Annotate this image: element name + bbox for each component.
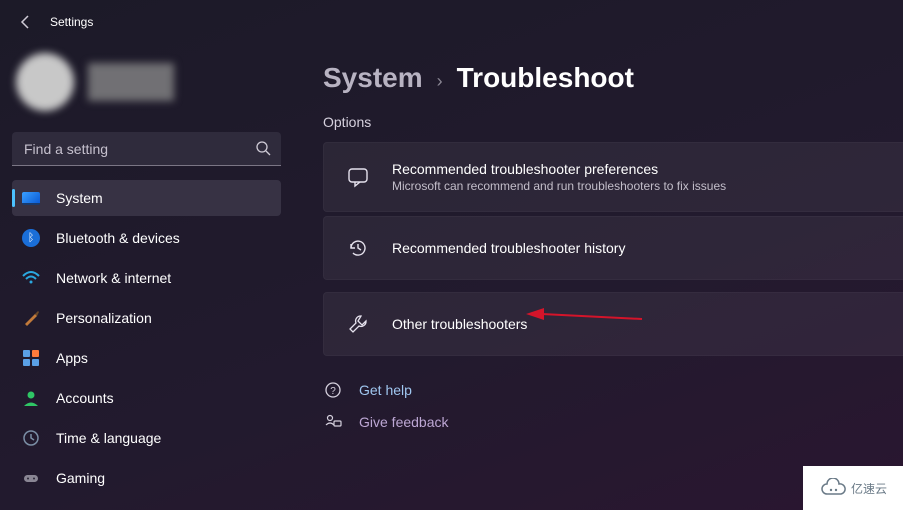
cloud-icon (819, 478, 847, 498)
card-troubleshooter-history[interactable]: Recommended troubleshooter history (323, 216, 903, 280)
gamepad-icon (22, 469, 40, 487)
wifi-icon (22, 269, 40, 287)
sidebar-item-gaming[interactable]: Gaming (12, 460, 281, 496)
watermark: 亿速云 (803, 466, 903, 510)
card-subtitle: Microsoft can recommend and run troubles… (392, 179, 726, 193)
bluetooth-icon: ᛒ (22, 229, 40, 247)
breadcrumb: System › Troubleshoot (323, 62, 903, 94)
sidebar-item-bluetooth[interactable]: ᛒ Bluetooth & devices (12, 220, 281, 256)
sidebar-item-accounts[interactable]: Accounts (12, 380, 281, 416)
profile-block[interactable] (12, 50, 281, 114)
card-title: Other troubleshooters (392, 316, 527, 332)
sidebar-item-network[interactable]: Network & internet (12, 260, 281, 296)
apps-icon (22, 349, 40, 367)
avatar (16, 53, 74, 111)
arrow-left-icon (18, 14, 34, 30)
help-icon: ? (323, 380, 343, 400)
sidebar-item-label: Accounts (56, 390, 114, 406)
search-input[interactable] (12, 132, 281, 166)
sidebar-item-label: Network & internet (56, 270, 171, 286)
sidebar-item-label: System (56, 190, 103, 206)
search-icon (255, 140, 271, 161)
card-title: Recommended troubleshooter history (392, 240, 625, 256)
content-area: System › Troubleshoot Options Recommende… (295, 44, 903, 510)
sidebar-item-label: Bluetooth & devices (56, 230, 180, 246)
wrench-icon (346, 312, 370, 336)
get-help-link[interactable]: ? Get help (323, 380, 903, 400)
help-links: ? Get help Give feedback (323, 380, 903, 432)
nav-list: System ᛒ Bluetooth & devices Network & i… (12, 180, 281, 496)
feedback-icon (323, 412, 343, 432)
card-title: Recommended troubleshooter preferences (392, 161, 726, 177)
sidebar-item-label: Personalization (56, 310, 152, 326)
sidebar-item-label: Gaming (56, 470, 105, 486)
chat-icon (346, 165, 370, 189)
give-feedback-link[interactable]: Give feedback (323, 412, 903, 432)
chevron-right-icon: › (437, 71, 443, 92)
link-label: Give feedback (359, 414, 449, 430)
sidebar-item-time[interactable]: Time & language (12, 420, 281, 456)
sidebar-item-label: Apps (56, 350, 88, 366)
sidebar-item-apps[interactable]: Apps (12, 340, 281, 376)
profile-name-redacted (88, 63, 174, 101)
system-icon (22, 189, 40, 207)
breadcrumb-parent[interactable]: System (323, 62, 423, 94)
watermark-text: 亿速云 (851, 480, 887, 497)
svg-text:?: ? (330, 386, 336, 397)
annotation-arrow (524, 308, 644, 326)
title-bar: Settings (0, 0, 903, 44)
sidebar-item-personalization[interactable]: Personalization (12, 300, 281, 336)
link-label: Get help (359, 382, 412, 398)
clock-icon (22, 429, 40, 447)
person-icon (22, 389, 40, 407)
search-wrap (12, 132, 281, 166)
history-icon (346, 236, 370, 260)
paintbrush-icon (22, 309, 40, 327)
section-label: Options (323, 114, 903, 130)
sidebar: System ᛒ Bluetooth & devices Network & i… (0, 44, 295, 510)
sidebar-item-system[interactable]: System (12, 180, 281, 216)
page-title: Troubleshoot (457, 62, 634, 94)
card-troubleshooter-preferences[interactable]: Recommended troubleshooter preferences M… (323, 142, 903, 212)
sidebar-item-label: Time & language (56, 430, 161, 446)
app-title: Settings (50, 15, 93, 29)
back-button[interactable] (12, 8, 40, 36)
